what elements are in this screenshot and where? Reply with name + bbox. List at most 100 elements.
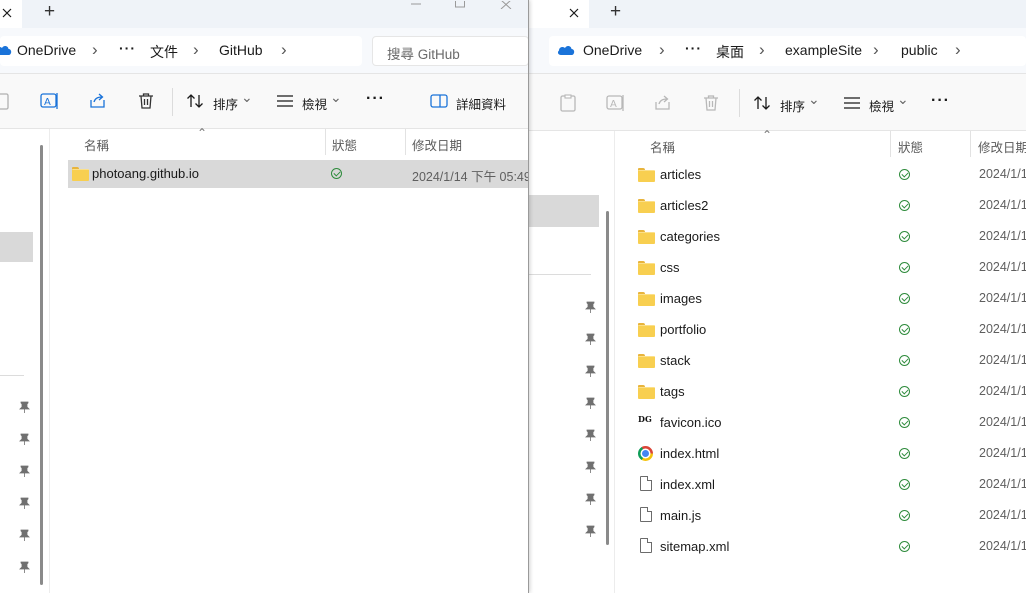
file-row[interactable]: articles2 2024/1/1 [616,192,1026,220]
breadcrumb[interactable]: OneDrive › ··· 桌面 › exampleSite › public… [549,36,1026,66]
share-icon[interactable] [88,91,108,111]
column-divider[interactable] [325,129,326,155]
pin-icon[interactable] [584,332,596,346]
folder-icon [638,199,655,213]
view-button[interactable]: 檢視 [302,94,327,113]
breadcrumb-onedrive[interactable]: OneDrive [583,42,642,58]
pin-icon[interactable] [584,524,596,538]
sort-icon[interactable] [186,92,206,110]
breadcrumb[interactable]: OneDrive › ··· 文件 › GitHub › [0,36,362,66]
file-row[interactable]: portfolio 2024/1/1 [616,316,1026,344]
pin-icon[interactable] [18,528,30,542]
delete-icon[interactable] [702,93,720,113]
sort-button[interactable]: 排序 [780,96,805,115]
document-icon [640,538,652,553]
details-pane-icon[interactable] [430,93,448,109]
breadcrumb-more-button[interactable]: ··· [119,40,136,56]
file-name: tags [660,384,685,399]
pin-icon[interactable] [18,464,30,478]
minimize-icon[interactable] [406,0,426,10]
chevron-right-icon: › [659,40,665,59]
breadcrumb-public[interactable]: public [901,42,938,58]
breadcrumb-desktop[interactable]: 桌面 [716,42,744,62]
column-header-name[interactable]: 名稱 [650,137,675,156]
nav-item-selected[interactable] [529,195,599,227]
file-row[interactable]: index.xml 2024/1/1 [616,471,1026,499]
pin-icon[interactable] [584,428,596,442]
file-row[interactable]: categories 2024/1/1 [616,223,1026,251]
paste-icon[interactable] [559,93,577,113]
sort-button[interactable]: 排序 [213,94,238,113]
file-date: 2024/1/1 [979,539,1026,553]
nav-scrollbar[interactable] [606,211,609,545]
file-row[interactable]: css 2024/1/1 [616,254,1026,282]
view-icon[interactable] [843,95,861,111]
column-header-status[interactable]: 狀態 [332,135,357,154]
svg-text:A: A [44,97,51,108]
onedrive-icon [557,43,575,57]
tab-active[interactable] [529,0,589,28]
sort-icon[interactable] [753,94,773,112]
close-tab-icon[interactable] [565,4,583,22]
chevron-down-icon: ⌄ [808,91,820,107]
pin-icon[interactable] [18,496,30,510]
paste-icon[interactable] [0,92,10,110]
window-close-icon[interactable] [498,0,514,10]
column-divider[interactable] [970,131,971,157]
maximize-icon[interactable] [452,0,468,10]
column-header-modified[interactable]: 修改日期 [412,135,462,154]
pin-icon[interactable] [584,460,596,474]
search-box[interactable]: 搜尋 GitHub [372,36,528,66]
breadcrumb-onedrive[interactable]: OneDrive [17,42,76,58]
nav-item-selected[interactable] [0,232,33,262]
more-options-button[interactable]: ··· [366,90,385,108]
pin-icon[interactable] [18,560,30,574]
column-header-status[interactable]: 狀態 [898,137,923,156]
file-row[interactable]: photoang.github.io 2024/1/14 下午 05:49 [68,160,529,188]
pin-icon[interactable] [18,432,30,446]
pin-icon[interactable] [18,400,30,414]
column-header-name[interactable]: 名稱 [84,135,109,154]
column-divider[interactable] [405,129,406,155]
view-icon[interactable] [276,93,294,109]
chevron-right-icon[interactable]: › [281,40,287,60]
file-row[interactable]: DG favicon.ico 2024/1/1 [616,409,1026,437]
nav-scrollbar[interactable] [40,145,43,585]
new-tab-button[interactable]: + [610,1,621,23]
close-tab-icon[interactable] [0,4,14,22]
pin-icon[interactable] [584,492,596,506]
details-button[interactable]: 詳細資料 [456,94,506,113]
delete-icon[interactable] [136,91,156,111]
file-date: 2024/1/14 下午 05:49 [412,170,529,184]
file-date: 2024/1/1 [979,415,1026,429]
breadcrumb-examplesite[interactable]: exampleSite [785,42,862,58]
breadcrumb-github[interactable]: GitHub [219,42,263,58]
file-row[interactable]: sitemap.xml 2024/1/1 [616,533,1026,561]
tab-bar: + [529,0,1026,28]
tab-active[interactable] [0,0,22,28]
file-row[interactable]: images 2024/1/1 [616,285,1026,313]
file-row[interactable]: stack 2024/1/1 [616,347,1026,375]
breadcrumb-more-button[interactable]: ··· [685,40,702,56]
pin-icon[interactable] [584,300,596,314]
column-divider[interactable] [890,131,891,157]
document-icon [640,507,652,522]
breadcrumb-documents[interactable]: 文件 [150,42,178,62]
rename-icon[interactable]: A [40,91,60,111]
file-row[interactable]: tags 2024/1/1 [616,378,1026,406]
file-row[interactable]: index.html 2024/1/1 [616,440,1026,468]
view-button[interactable]: 檢視 [869,96,894,115]
search-input[interactable]: 搜尋 GitHub [387,43,460,63]
pin-icon[interactable] [584,396,596,410]
column-header-modified[interactable]: 修改日期 [978,137,1026,156]
rename-icon[interactable]: A [606,93,626,113]
pin-icon[interactable] [584,364,596,378]
new-tab-button[interactable]: + [44,1,55,23]
chevron-right-icon[interactable]: › [955,40,961,60]
share-icon[interactable] [653,93,673,113]
file-row[interactable]: main.js 2024/1/1 [616,502,1026,530]
file-date: 2024/1/1 [979,198,1026,212]
more-options-button[interactable]: ··· [931,92,950,110]
file-date: 2024/1/1 [979,291,1026,305]
file-row[interactable]: articles 2024/1/1 [616,161,1026,189]
